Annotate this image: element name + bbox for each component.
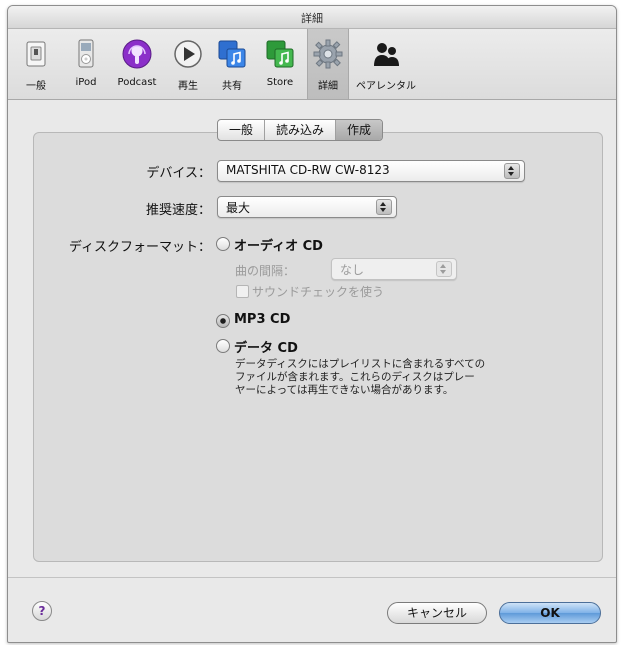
chevron-updown-icon — [436, 261, 452, 277]
soundcheck-label: サウンドチェックを使う — [252, 285, 385, 299]
radio-audio-cd[interactable] — [216, 237, 230, 251]
speed-label: 推奨速度： — [145, 203, 211, 218]
preferences-toolbar: 一般 iPod Podcast 再生 共有 Store 詳細 ペアレンタル — [8, 29, 616, 100]
gear-icon — [313, 39, 343, 69]
toolbar-label: 詳細 — [318, 81, 338, 92]
speed-value: 最大 — [226, 201, 251, 215]
cancel-button[interactable]: キャンセル — [387, 602, 487, 624]
device-select[interactable]: MATSHITA CD-RW CW-8123 — [217, 160, 525, 182]
toolbar-item-parental[interactable]: ペアレンタル — [349, 33, 423, 95]
ipod-icon — [71, 39, 101, 69]
sharing-icon — [217, 39, 247, 69]
general-switch-icon — [21, 39, 51, 69]
toolbar-label: 再生 — [178, 81, 198, 92]
content-area: 一般 読み込み 作成 デバイス： MATSHITA CD-RW CW-8123 … — [8, 100, 616, 576]
disc-format-label: ディスクフォーマット： — [68, 240, 211, 255]
parental-icon — [371, 39, 401, 69]
device-value: MATSHITA CD-RW CW-8123 — [226, 163, 390, 177]
chevron-updown-icon — [504, 163, 520, 179]
chevron-updown-icon — [376, 199, 392, 215]
device-label: デバイス： — [146, 166, 211, 181]
toolbar-item-store[interactable]: Store — [257, 33, 303, 95]
toolbar-item-podcast[interactable]: Podcast — [111, 33, 163, 95]
toolbar-label: 一般 — [26, 81, 46, 92]
data-cd-description-line-1: データディスクにはプレイリストに含まれるすべての — [235, 358, 486, 370]
help-button[interactable]: ? — [32, 601, 52, 621]
tab-burning[interactable]: 作成 — [336, 120, 383, 140]
store-icon — [265, 39, 295, 69]
gap-select[interactable]: なし — [331, 258, 457, 280]
toolbar-item-playback[interactable]: 再生 — [168, 33, 208, 95]
data-cd-description-line-3: ヤーによっては再生できない場合があります。 — [235, 384, 454, 396]
toolbar-item-general[interactable]: 一般 — [16, 33, 56, 95]
radio-mp3-cd[interactable] — [216, 314, 230, 328]
window-title: 詳細 — [301, 12, 323, 25]
toolbar-item-sharing[interactable]: 共有 — [212, 33, 252, 95]
tab-bar: 一般 読み込み 作成 — [217, 119, 384, 141]
preferences-window: 詳細 一般 iPod Podcast 再生 共有 Store 詳細 ペアレンタル… — [7, 5, 617, 643]
footer-divider — [8, 577, 616, 578]
data-cd-label: データ CD — [234, 341, 298, 356]
ok-button[interactable]: OK — [499, 602, 601, 624]
audio-cd-label: オーディオ CD — [234, 239, 323, 254]
toolbar-label: Podcast — [117, 77, 157, 88]
toolbar-label: ペアレンタル — [356, 81, 416, 92]
gap-label: 曲の間隔： — [235, 264, 296, 278]
tab-general[interactable]: 一般 — [218, 120, 266, 140]
toolbar-item-ipod[interactable]: iPod — [66, 33, 106, 95]
toolbar-item-advanced[interactable]: 詳細 — [307, 29, 349, 99]
toolbar-label: 共有 — [222, 81, 242, 92]
podcast-icon — [122, 39, 152, 69]
tab-importing[interactable]: 読み込み — [265, 120, 337, 140]
data-cd-description-line-2: ファイルが含まれます。これらのディスクはプレー — [235, 371, 475, 383]
help-icon: ? — [38, 604, 46, 618]
mp3-cd-label: MP3 CD — [234, 312, 291, 327]
radio-data-cd[interactable] — [216, 339, 230, 353]
soundcheck-checkbox[interactable] — [236, 285, 249, 298]
speed-select[interactable]: 最大 — [217, 196, 397, 218]
toolbar-label: Store — [266, 77, 294, 88]
play-icon — [173, 39, 203, 69]
toolbar-label: iPod — [75, 77, 97, 88]
gap-value: なし — [340, 263, 365, 277]
title-bar: 詳細 — [8, 6, 616, 29]
